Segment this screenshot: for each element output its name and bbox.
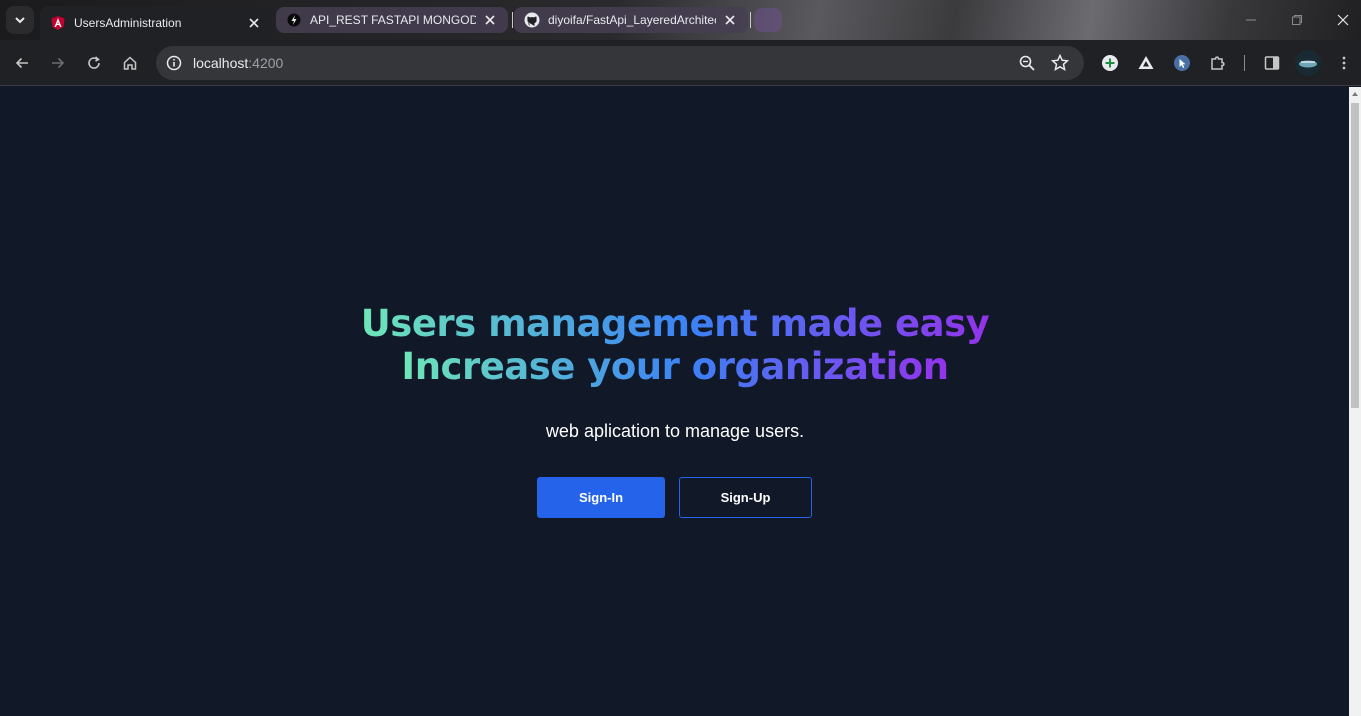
add-extension-icon[interactable] (1098, 51, 1122, 75)
hero-line-1: Users management made easy (360, 302, 990, 345)
sign-in-button[interactable]: Sign-In (537, 477, 665, 518)
tab-users-administration[interactable]: UsersAdministration (40, 6, 272, 40)
browser-toolbar: localhost:4200 (0, 40, 1361, 86)
address-bar[interactable]: localhost:4200 (156, 46, 1084, 80)
scroll-up-icon[interactable] (1351, 90, 1359, 98)
forward-icon[interactable] (46, 51, 70, 75)
hero-subtitle: web aplication to manage users. (545, 421, 805, 441)
drive-extension-icon[interactable] (1134, 51, 1158, 75)
url-host: localhost (193, 55, 249, 71)
url-port: :4200 (248, 55, 284, 71)
minimize-icon[interactable] (1241, 10, 1261, 30)
tab-divider (512, 12, 513, 28)
browser-title-bar: UsersAdministration API_REST FASTAPI MON… (0, 0, 1361, 40)
site-info-icon[interactable] (164, 53, 184, 73)
close-tab-icon[interactable] (246, 15, 262, 31)
angular-icon (50, 15, 66, 31)
url-text: localhost:4200 (193, 55, 283, 71)
tab-label: UsersAdministration (74, 16, 182, 30)
close-tab-icon[interactable] (722, 12, 738, 28)
extensions-puzzle-icon[interactable] (1206, 51, 1230, 75)
tab-label: diyoifa/FastApi_LayeredArchitec (548, 13, 716, 27)
home-icon[interactable] (118, 51, 142, 75)
hero-line-2: Increase your organization (401, 345, 949, 388)
fastapi-icon (286, 12, 302, 28)
close-window-icon[interactable] (1333, 10, 1353, 30)
new-tab-button[interactable] (754, 8, 782, 32)
tab-search-button[interactable] (6, 6, 34, 34)
chevron-down-icon (15, 17, 25, 24)
page-content: Users management made easy Increase your… (0, 87, 1349, 716)
scrollbar-thumb[interactable] (1351, 103, 1359, 408)
github-icon (524, 12, 540, 28)
menu-kebab-icon[interactable] (1332, 51, 1356, 75)
close-tab-icon[interactable] (482, 12, 498, 28)
bookmark-star-icon[interactable] (1050, 53, 1070, 72)
vertical-scrollbar[interactable] (1349, 87, 1361, 716)
side-panel-icon[interactable] (1260, 51, 1284, 75)
zoom-icon[interactable] (1018, 54, 1036, 72)
cursor-extension-icon[interactable] (1170, 51, 1194, 75)
reload-icon[interactable] (82, 51, 106, 75)
profile-avatar[interactable] (1294, 49, 1322, 77)
back-icon[interactable] (10, 51, 34, 75)
tab-github-repo[interactable]: diyoifa/FastApi_LayeredArchitec (514, 7, 748, 33)
toolbar-divider (1244, 55, 1245, 71)
sign-up-button[interactable]: Sign-Up (679, 477, 812, 518)
tab-divider (750, 12, 751, 28)
tab-label: API_REST FASTAPI MONGODB J (310, 13, 476, 27)
restore-icon[interactable] (1287, 10, 1307, 30)
hero-heading: Users management made easy Increase your… (300, 302, 1050, 388)
tab-api-rest-fastapi[interactable]: API_REST FASTAPI MONGODB J (276, 7, 508, 33)
